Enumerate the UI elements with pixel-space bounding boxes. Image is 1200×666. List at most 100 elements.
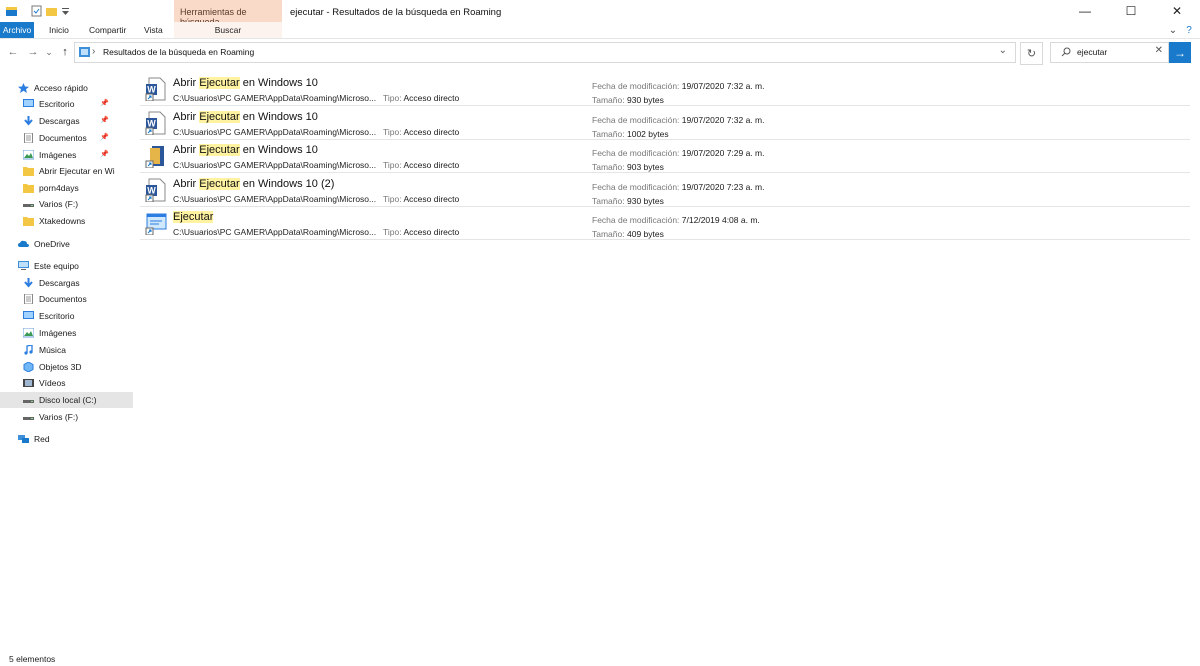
sidebar-item[interactable]: Objetos 3D [0,359,133,375]
sidebar-item[interactable]: Abrir Ejecutar en Wi [0,163,133,179]
address-dropdown-icon[interactable]: ⌄ [999,45,1007,56]
download-icon [23,116,34,126]
sidebar-item[interactable]: Xtakedowns [0,213,133,229]
sidebar-item-label: Objetos 3D [39,362,82,372]
objects3d-icon [23,361,34,373]
sidebar-item[interactable]: porn4days [0,180,133,196]
sidebar-item[interactable]: Escritorio 📌 [0,96,133,112]
date-label: Fecha de modificación: [592,215,680,225]
result-row[interactable]: Ejecutar C:\Usuarios\PC GAMER\AppData\Roa… [140,206,1190,240]
search-go-button[interactable]: → [1169,42,1191,63]
sidebar-item[interactable]: Música [0,342,133,358]
result-row[interactable]: W Abrir Ejecutar en Windows 10 (2) C:\Usua… [140,173,1190,207]
onedrive-icon [18,239,29,249]
help-icon[interactable]: ? [1181,22,1197,38]
tab-archivo[interactable]: Archivo [0,22,34,38]
type-label: Tipo: [383,93,402,103]
word-shortcut-icon: W [145,178,167,202]
folder-icon [23,166,34,176]
breadcrumb[interactable]: Resultados de la búsqueda en Roaming [103,47,254,57]
sidebar-item-label: Abrir Ejecutar en Wi [39,166,115,176]
sidebar-item-label: Disco local (C:) [39,395,97,405]
type-label: Tipo: [383,193,402,204]
sidebar-item[interactable]: Descargas 📌 [0,113,133,129]
result-name[interactable]: Abrir Ejecutar en Windows 10 (2) [173,177,334,190]
tab-compartir[interactable]: Compartir [83,22,132,38]
sidebar-item-label: Xtakedowns [39,216,86,226]
pin-icon[interactable]: 📌 [100,150,109,158]
pin-icon[interactable]: 📌 [100,99,109,107]
sidebar-item[interactable]: Documentos 📌 [0,130,133,146]
pin-icon[interactable]: 📌 [100,133,109,141]
sidebar-item[interactable]: OneDrive [0,236,128,252]
result-name[interactable]: Abrir Ejecutar en Windows 10 [173,110,318,123]
size-value: 903 bytes [626,162,664,172]
recent-locations-icon[interactable]: ⌄ [42,45,56,59]
name-prefix: Abrir [173,144,200,156]
result-date: Fecha de modificación: 19/07/2020 7:29 a… [592,148,765,158]
tab-inicio[interactable]: Inicio [43,22,75,38]
result-name[interactable]: Abrir Ejecutar en Windows 10 [173,77,318,89]
match-highlight: Ejecutar [199,77,240,89]
sidebar-item[interactable]: Acceso rápido [0,80,128,96]
result-path: C:\Usuarios\PC GAMER\AppData\Roaming\Mic… [173,227,377,237]
sidebar-item[interactable]: Escritorio [0,308,133,324]
tab-buscar[interactable]: Buscar [174,22,282,38]
name-suffix: en Windows 10 [239,110,318,123]
result-size: Tamaño: 930 bytes [592,95,664,105]
forward-button[interactable]: → [26,45,40,59]
svg-text:W: W [147,85,156,95]
sidebar-item-label: Este equipo [34,261,79,271]
sidebar-item[interactable]: Vídeos [0,375,133,391]
qat-customize-icon[interactable] [60,5,71,17]
result-size: Tamaño: 930 bytes [592,196,664,206]
run-shortcut-icon [145,211,167,236]
result-date: Fecha de modificación: 19/07/2020 7:32 a… [592,81,765,91]
result-row[interactable]: Abrir Ejecutar en Windows 10 C:\Usuarios\… [140,139,1190,173]
minimize-button[interactable]: — [1062,0,1108,22]
result-type: Tipo: Acceso directo [383,227,459,237]
sidebar-item[interactable]: Varios (F:) [0,196,133,212]
sidebar-item[interactable]: Descargas [0,275,133,291]
sidebar-item[interactable]: Red [0,431,128,447]
sidebar-item-label: Varios (F:) [39,412,79,422]
sidebar-item[interactable]: Imágenes [0,325,133,341]
up-button[interactable]: ↑ [58,45,72,59]
close-button[interactable]: ✕ [1154,0,1200,22]
maximize-button[interactable]: ☐ [1108,0,1154,22]
sidebar-item-label: Escritorio [39,99,75,109]
sidebar-item[interactable]: Varios (F:) [0,409,133,425]
pin-icon[interactable]: 📌 [100,116,109,124]
address-bar[interactable]: › Resultados de la búsqueda en Roaming ⌄ [74,42,1016,63]
search-input[interactable]: ejecutar ✕ [1050,42,1169,63]
clear-search-icon[interactable]: ✕ [1155,45,1163,56]
sidebar-item[interactable]: Imágenes 📌 [0,147,133,163]
name-prefix: Abrir [173,110,200,123]
size-label: Tamaño: [592,128,625,139]
date-value: 7/12/2019 4:08 a. m. [681,215,760,225]
result-name[interactable]: Abrir Ejecutar en Windows 10 [173,144,318,156]
size-value: 930 bytes [626,95,664,105]
date-value: 19/07/2020 7:23 a. m. [681,181,765,192]
sidebar-item-label: OneDrive [34,239,70,249]
refresh-button[interactable]: ↻ [1020,42,1043,65]
properties-icon[interactable] [31,5,42,17]
result-row[interactable]: W Abrir Ejecutar en Windows 10 C:\Usuarios… [140,106,1190,140]
sidebar-item-label: Descargas [39,116,80,126]
sidebar-item[interactable]: Documentos [0,291,133,307]
tab-vista[interactable]: Vista [138,22,169,38]
result-row[interactable]: W Abrir Ejecutar en Windows 10 C:\Usuarios… [140,72,1190,106]
ribbon-expand-icon[interactable]: ⌄ [1165,22,1181,38]
new-folder-icon[interactable] [46,5,57,17]
download-icon [23,278,34,288]
name-prefix: Abrir [173,77,200,89]
back-button[interactable]: ← [6,45,20,59]
result-name[interactable]: Ejecutar [173,211,214,223]
type-label: Tipo: [383,227,402,237]
type-label: Tipo: [383,126,402,137]
name-suffix: en Windows 10 [239,77,318,89]
sidebar-item[interactable]: Este equipo [0,258,128,274]
date-label: Fecha de modificación: [592,148,680,158]
sidebar-item[interactable]: Disco local (C:) [0,392,133,408]
ribbon-tabs: Archivo Inicio Compartir Vista Buscar ⌄ … [0,22,1200,39]
